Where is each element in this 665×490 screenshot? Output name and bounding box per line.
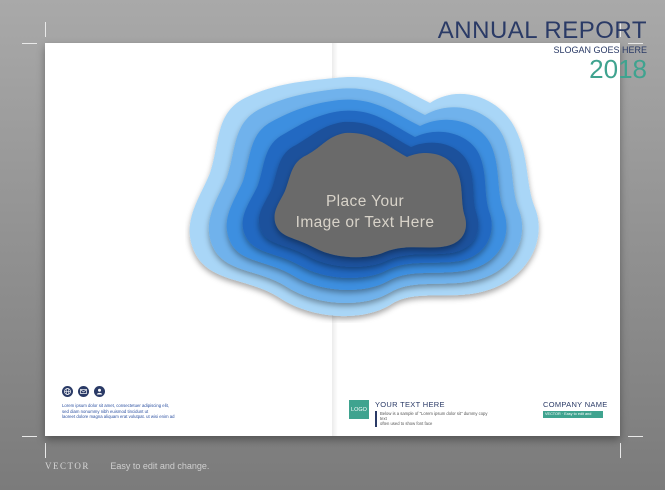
contact-icons — [62, 386, 105, 397]
globe-icon — [62, 386, 73, 397]
your-text-line: Below is a sample of "Lorem ipsum dolor … — [380, 411, 488, 422]
left-body-text: Lorem ipsum dolor sit amet, consectetuer… — [62, 403, 182, 420]
logo: LOGO — [349, 400, 369, 419]
crop-mark — [628, 436, 643, 437]
footer-caption-text: Easy to edit and change. — [110, 461, 210, 471]
your-text-line: often used to show font face — [380, 421, 433, 427]
your-text-block: YOUR TEXT HERE Below is a sample of "Lor… — [375, 400, 490, 427]
report-year: 2018 — [589, 54, 647, 84]
crop-mark — [620, 443, 621, 458]
left-text-line: laoreet dolore magna aliquam erat volutp… — [62, 414, 175, 420]
crop-mark — [45, 443, 46, 458]
mail-icon — [78, 386, 89, 397]
report-title: ANNUAL REPORT — [437, 17, 647, 44]
footer-vector-label: VECTOR — [45, 461, 90, 471]
placeholder-line-1: Place Your — [325, 193, 405, 210]
company-name: COMPANY NAME — [543, 400, 608, 409]
your-text-body: Below is a sample of "Lorem ipsum dolor … — [375, 411, 490, 427]
crop-mark — [22, 43, 37, 44]
placeholder-text: Place Your Image or Text Here — [285, 191, 445, 233]
company-block: COMPANY NAME VECTOR · Easy to edit and c… — [543, 400, 608, 423]
crop-mark — [45, 22, 46, 37]
company-bar: VECTOR · Easy to edit and change — [543, 411, 603, 423]
your-text-heading: YOUR TEXT HERE — [375, 400, 445, 409]
title-block: ANNUAL REPORT SLOGAN GOES HERE 2018 — [438, 17, 647, 83]
crop-mark — [22, 436, 37, 437]
user-icon — [94, 386, 105, 397]
footer-caption: VECTOR Easy to edit and change. — [45, 461, 209, 471]
left-text-line: Lorem ipsum dolor sit amet, consectetuer… — [62, 403, 169, 408]
placeholder-line-2: Image or Text Here — [295, 214, 435, 231]
